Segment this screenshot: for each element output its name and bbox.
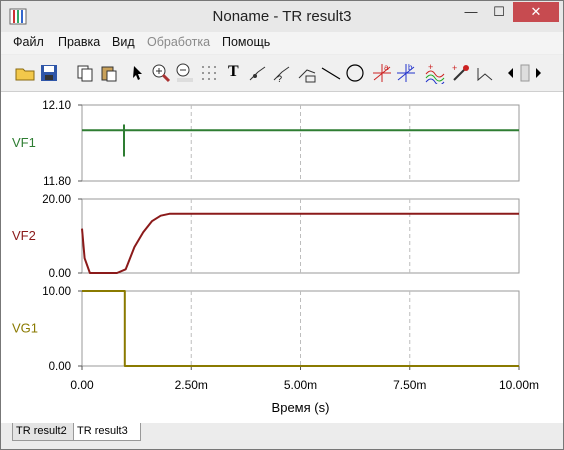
plot-area[interactable]: 12.10 11.80 VF1 20.00 0.00 VF2 10.00 0.00 VG1 0.0… bbox=[1, 92, 563, 423]
tab-tr-result2[interactable]: TR result2 bbox=[12, 423, 79, 441]
result-tabs: TR result2 TR result3 bbox=[1, 423, 563, 449]
y-tick-label-bottom: 11.80 bbox=[43, 176, 71, 188]
menu-view[interactable]: Вид bbox=[112, 35, 135, 49]
zoom-out-icon[interactable] bbox=[174, 62, 196, 84]
svg-text:+: + bbox=[452, 63, 457, 73]
minimize-button[interactable]: — bbox=[457, 2, 485, 22]
x-tick-label: 2.50m bbox=[175, 378, 208, 392]
title-bar[interactable]: Noname - TR result3 — ☐ ✕ bbox=[1, 1, 563, 32]
y-tick-label-top: 10.00 bbox=[42, 286, 71, 298]
svg-text:b: b bbox=[408, 63, 413, 72]
maximize-button[interactable]: ☐ bbox=[485, 2, 513, 22]
menu-processing[interactable]: Обработка bbox=[147, 35, 210, 49]
copy-icon[interactable] bbox=[74, 62, 96, 84]
series-label-vf1: VF1 bbox=[12, 135, 36, 150]
x-tick-label: 7.50m bbox=[393, 378, 426, 392]
menu-file[interactable]: Файл bbox=[13, 35, 44, 49]
app-window: Noname - TR result3 — ☐ ✕ Файл Правка Ви… bbox=[0, 0, 564, 450]
line-tool-icon[interactable] bbox=[320, 62, 342, 84]
scroll-separator-icon bbox=[514, 62, 530, 84]
add-curve-icon[interactable]: + bbox=[424, 62, 446, 86]
step-graph-icon[interactable] bbox=[474, 62, 496, 84]
y-tick-label-top: 12.10 bbox=[42, 100, 71, 112]
svg-text:+: + bbox=[428, 62, 433, 72]
series-label-vf2: VF2 bbox=[12, 228, 36, 243]
toolbar: T ? a b + + bbox=[1, 55, 563, 92]
x-tick-label: 10.00m bbox=[499, 378, 539, 392]
open-folder-icon[interactable] bbox=[14, 62, 36, 84]
close-button[interactable]: ✕ bbox=[513, 2, 559, 22]
menu-help[interactable]: Помощь bbox=[222, 35, 270, 49]
save-disk-icon[interactable] bbox=[38, 62, 60, 84]
zoom-in-icon[interactable] bbox=[150, 62, 172, 84]
pointer-annotation-icon[interactable] bbox=[247, 62, 269, 84]
paste-icon[interactable] bbox=[98, 62, 120, 84]
cursor-b-icon[interactable]: b bbox=[395, 62, 417, 84]
series-label-vg1: VG1 bbox=[12, 321, 38, 336]
menu-bar: Файл Правка Вид Обработка Помощь bbox=[1, 32, 563, 54]
svg-text:?: ? bbox=[277, 74, 282, 84]
tab-tr-result3[interactable]: TR result3 bbox=[73, 423, 141, 441]
cursor-a-icon[interactable]: a bbox=[371, 62, 393, 84]
text-tool-icon[interactable]: T bbox=[228, 63, 239, 81]
scroll-right-icon[interactable] bbox=[527, 62, 541, 84]
y-tick-label-top: 20.00 bbox=[42, 194, 71, 206]
svg-text:a: a bbox=[384, 63, 389, 72]
query-annotation-icon[interactable]: ? bbox=[271, 62, 293, 84]
x-tick-label: 5.00m bbox=[284, 378, 317, 392]
scroll-left-icon[interactable] bbox=[500, 62, 513, 84]
x-tick-label: 0.00 bbox=[70, 378, 94, 392]
formula-annotation-icon[interactable] bbox=[296, 62, 318, 84]
probe-icon[interactable]: + bbox=[450, 62, 472, 84]
grid-icon[interactable] bbox=[198, 62, 220, 84]
y-tick-label-bottom: 0.00 bbox=[49, 268, 71, 280]
menu-edit[interactable]: Правка bbox=[58, 35, 100, 49]
x-axis-label: Время (s) bbox=[272, 400, 330, 415]
y-tick-label-bottom: 0.00 bbox=[49, 361, 71, 373]
circle-tool-icon[interactable] bbox=[344, 62, 366, 84]
select-arrow-icon[interactable] bbox=[127, 62, 149, 84]
